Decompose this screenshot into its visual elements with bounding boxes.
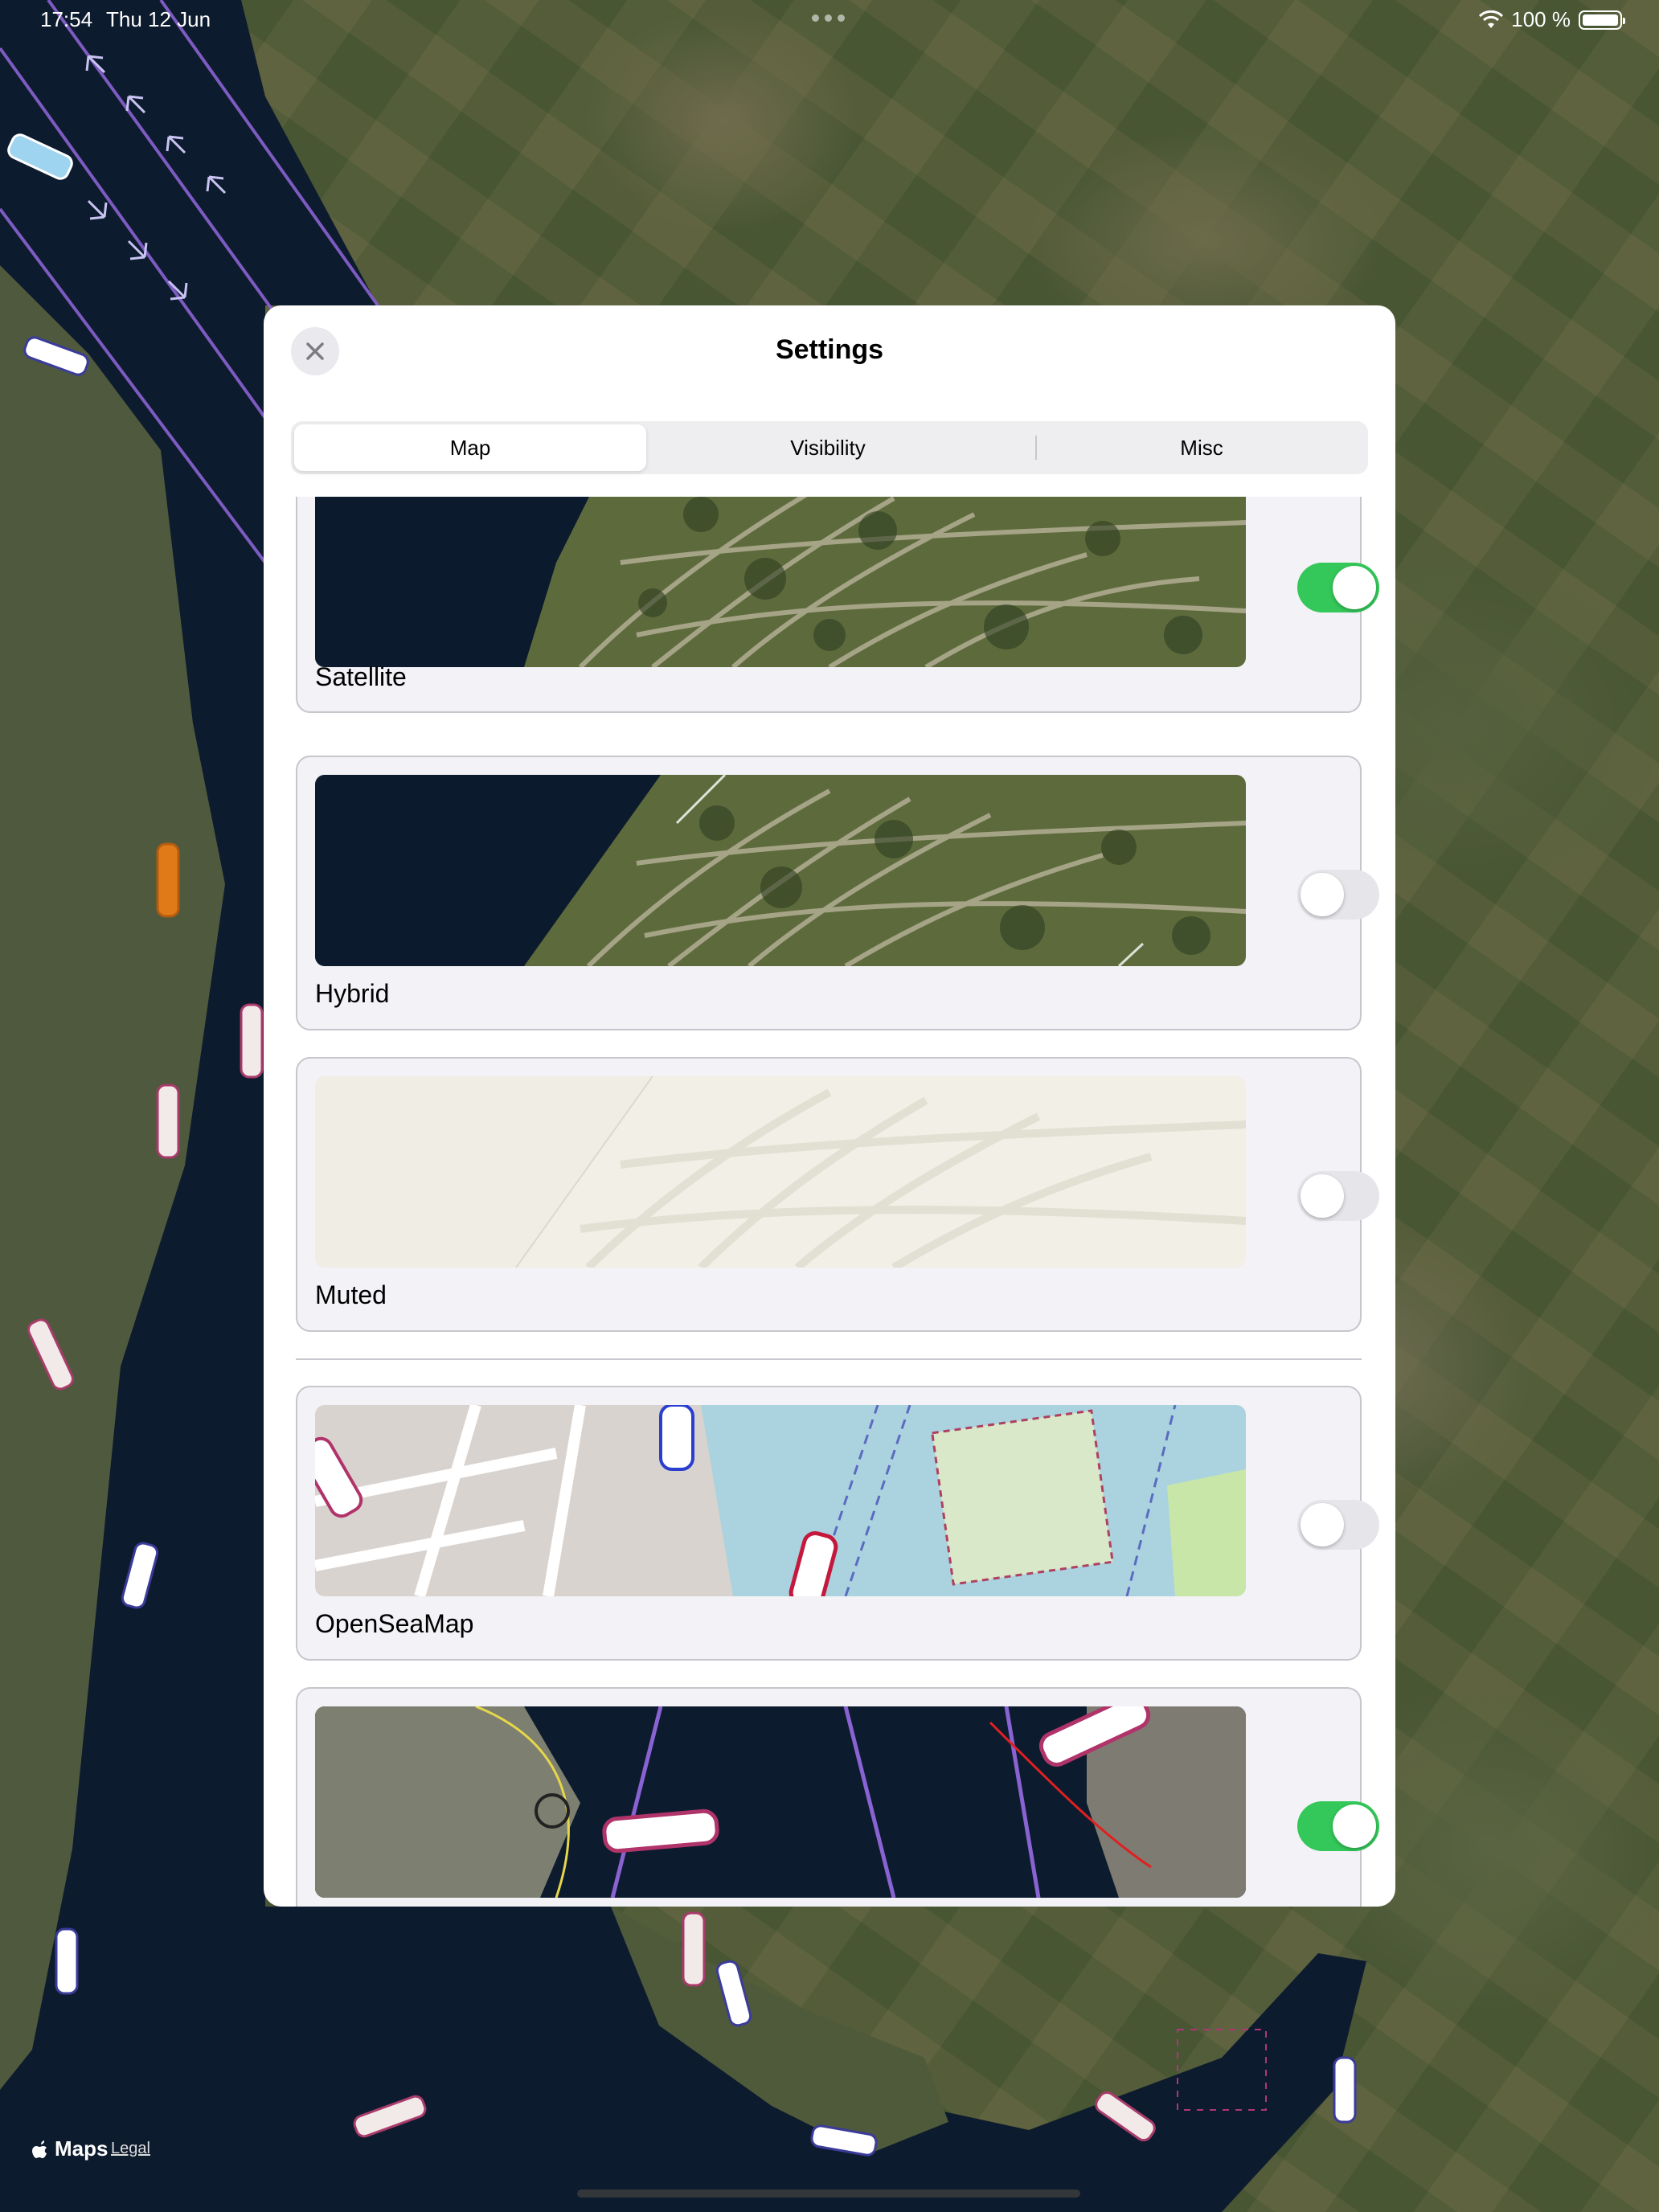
nautical-preview: [315, 1706, 1246, 1898]
openseamap-label: OpenSeaMap: [315, 1609, 474, 1638]
status-bar: 17:54 Thu 12 Jun 100 %: [0, 0, 1659, 39]
openseamap-preview: [315, 1405, 1246, 1596]
segmented-control: Map Visibility Misc: [291, 421, 1368, 474]
nautical-toggle[interactable]: [1297, 1801, 1379, 1851]
status-time: 17:54: [40, 7, 93, 31]
section-divider: [296, 1358, 1362, 1360]
legal-link[interactable]: Legal: [111, 2140, 150, 2158]
map-option-hybrid[interactable]: Hybrid: [296, 756, 1379, 1030]
hybrid-toggle[interactable]: [1297, 870, 1379, 920]
tab-visibility[interactable]: Visibility: [649, 424, 1006, 471]
map-options-list[interactable]: Satellite Hybrid Muted OpenSeaMap: [264, 497, 1395, 1907]
battery-icon: [1579, 10, 1625, 30]
muted-label: Muted: [315, 1280, 387, 1309]
tab-misc[interactable]: Misc: [1038, 424, 1365, 471]
status-date: Thu 12 Jun: [106, 7, 211, 31]
map-option-muted[interactable]: Muted: [296, 1057, 1379, 1332]
home-indicator[interactable]: [577, 2189, 1080, 2198]
satellite-preview: [315, 497, 1246, 667]
settings-sheet: Settings Map Visibility Misc Satellite H…: [264, 305, 1395, 1907]
maps-attribution-text: Maps: [55, 2136, 109, 2161]
wifi-icon: [1479, 10, 1504, 28]
hybrid-preview: [315, 775, 1246, 966]
satellite-label: Satellite: [315, 662, 407, 691]
overlay-option-openseamap[interactable]: OpenSeaMap: [296, 1386, 1379, 1661]
satellite-toggle[interactable]: [1297, 563, 1379, 612]
map-option-satellite[interactable]: Satellite: [296, 497, 1379, 713]
maps-attribution: Maps: [32, 2136, 108, 2161]
hybrid-label: Hybrid: [315, 979, 390, 1008]
muted-preview: [315, 1076, 1246, 1268]
overlay-option-nautical[interactable]: [296, 1687, 1379, 1907]
openseamap-toggle[interactable]: [1297, 1500, 1379, 1550]
muted-toggle[interactable]: [1297, 1171, 1379, 1221]
tab-divider: [1035, 436, 1037, 460]
settings-title: Settings: [775, 334, 884, 365]
tab-map[interactable]: Map: [294, 424, 646, 471]
battery-percentage: 100 %: [1511, 7, 1571, 31]
status-right-group: 100 %: [1479, 7, 1625, 32]
multitasking-menu[interactable]: [812, 14, 845, 22]
apple-maps-logo-icon: [32, 2140, 47, 2158]
